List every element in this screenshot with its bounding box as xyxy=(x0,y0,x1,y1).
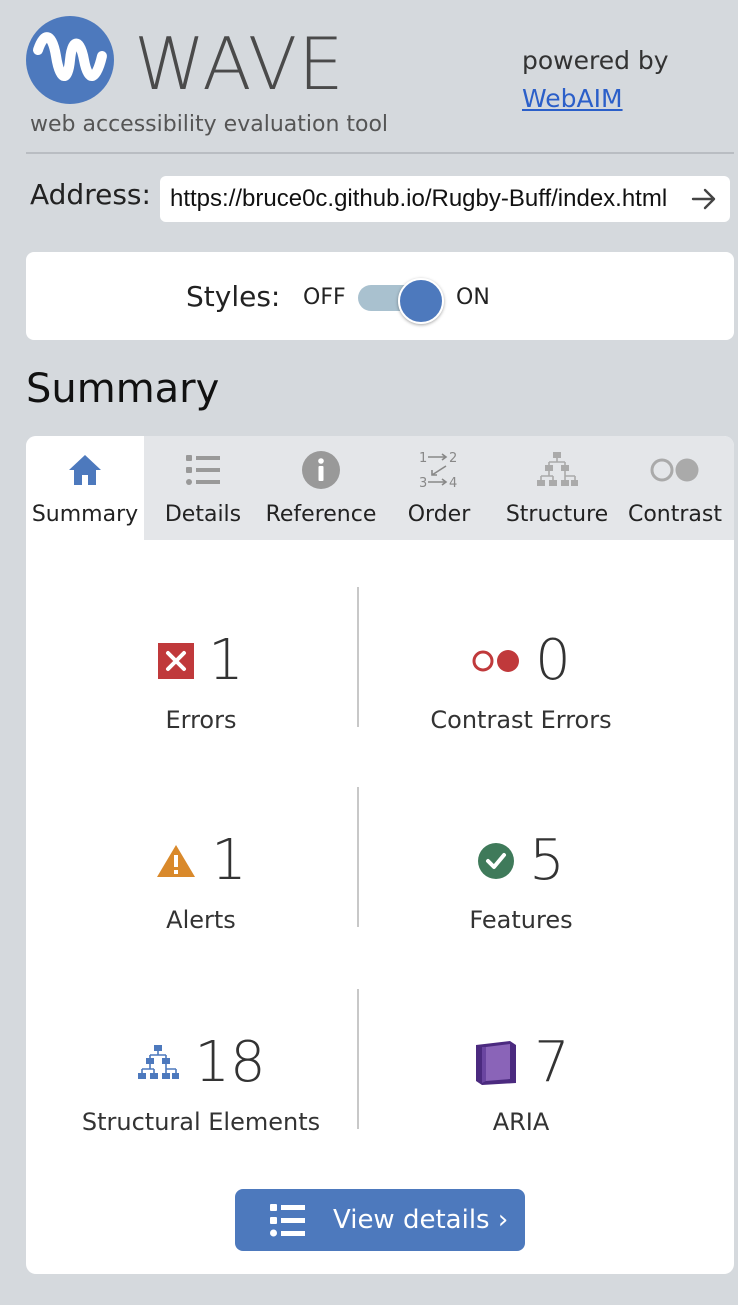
features-count: 5 xyxy=(529,828,565,893)
alert-icon xyxy=(157,845,196,877)
tab-summary[interactable]: Summary xyxy=(26,436,144,540)
tab-reference[interactable]: Reference xyxy=(262,436,380,540)
app-tagline: web accessibility evaluation tool xyxy=(30,112,389,137)
svg-text:2: 2 xyxy=(449,451,457,466)
address-field[interactable]: https://bruce0c.github.io/Rugby-Buff/ind… xyxy=(160,176,730,222)
powered-by-text: powered by xyxy=(522,46,669,75)
structure-elements-icon xyxy=(138,1045,180,1079)
header: WAVE web accessibility evaluation tool p… xyxy=(0,0,738,160)
tab-details-label: Details xyxy=(164,502,242,527)
alerts-label: Alerts xyxy=(166,906,236,934)
structure-icon xyxy=(537,452,578,486)
alerts-count: 1 xyxy=(211,828,247,893)
svg-text:4: 4 xyxy=(449,476,457,491)
tab-bar: Summary Details Reference 1 2 3 4 Order … xyxy=(26,436,734,540)
tab-structure-label: Structure xyxy=(505,502,609,527)
summary-card: Summary Details Reference 1 2 3 4 Order … xyxy=(26,436,734,1274)
go-arrow-icon[interactable] xyxy=(690,185,718,213)
address-label: Address: xyxy=(30,178,151,211)
styles-off-label: OFF xyxy=(303,285,346,310)
summary-heading: Summary xyxy=(26,366,220,412)
tab-order[interactable]: 1 2 3 4 Order xyxy=(380,436,498,540)
home-icon xyxy=(69,455,101,485)
order-icon: 1 2 3 4 xyxy=(419,451,457,491)
tab-structure[interactable]: Structure xyxy=(498,436,616,540)
aria-count: 7 xyxy=(534,1030,570,1095)
styles-label: Styles: xyxy=(186,280,281,313)
feature-check-icon xyxy=(478,843,515,879)
aria-icon xyxy=(476,1041,517,1085)
tab-details[interactable]: Details xyxy=(144,436,262,540)
features-label: Features xyxy=(469,906,573,934)
contrast-errors-label: Contrast Errors xyxy=(430,706,612,734)
app-title: WAVE xyxy=(134,22,345,106)
styles-panel: Styles: OFF ON xyxy=(26,252,734,340)
errors-label: Errors xyxy=(165,706,237,734)
tab-order-label: Order xyxy=(407,502,471,527)
styles-toggle-knob[interactable] xyxy=(398,278,444,324)
list-icon xyxy=(186,455,220,485)
list-icon xyxy=(270,1204,305,1237)
tab-summary-label: Summary xyxy=(31,502,139,527)
view-details-button[interactable]: View details › xyxy=(235,1189,525,1251)
tab-contrast[interactable]: Contrast xyxy=(616,436,734,540)
contrast-error-icon xyxy=(472,650,520,672)
svg-text:3: 3 xyxy=(419,476,427,491)
styles-on-label: ON xyxy=(456,285,490,310)
header-divider xyxy=(26,152,734,154)
view-details-label: View details › xyxy=(333,1205,509,1235)
info-icon xyxy=(302,451,340,489)
contrast-icon xyxy=(650,458,699,482)
svg-text:1: 1 xyxy=(419,451,427,466)
wave-logo-icon xyxy=(26,16,114,104)
webaim-link[interactable]: WebAIM xyxy=(522,84,623,113)
tab-contrast-label: Contrast xyxy=(627,502,722,527)
address-input[interactable]: https://bruce0c.github.io/Rugby-Buff/ind… xyxy=(170,176,676,222)
structural-count: 18 xyxy=(194,1030,266,1095)
tab-reference-label: Reference xyxy=(265,502,377,527)
errors-count: 1 xyxy=(208,628,244,693)
aria-label: ARIA xyxy=(492,1108,550,1136)
error-icon xyxy=(158,643,195,679)
contrast-errors-count: 0 xyxy=(535,628,571,693)
structural-label: Structural Elements xyxy=(81,1108,321,1136)
